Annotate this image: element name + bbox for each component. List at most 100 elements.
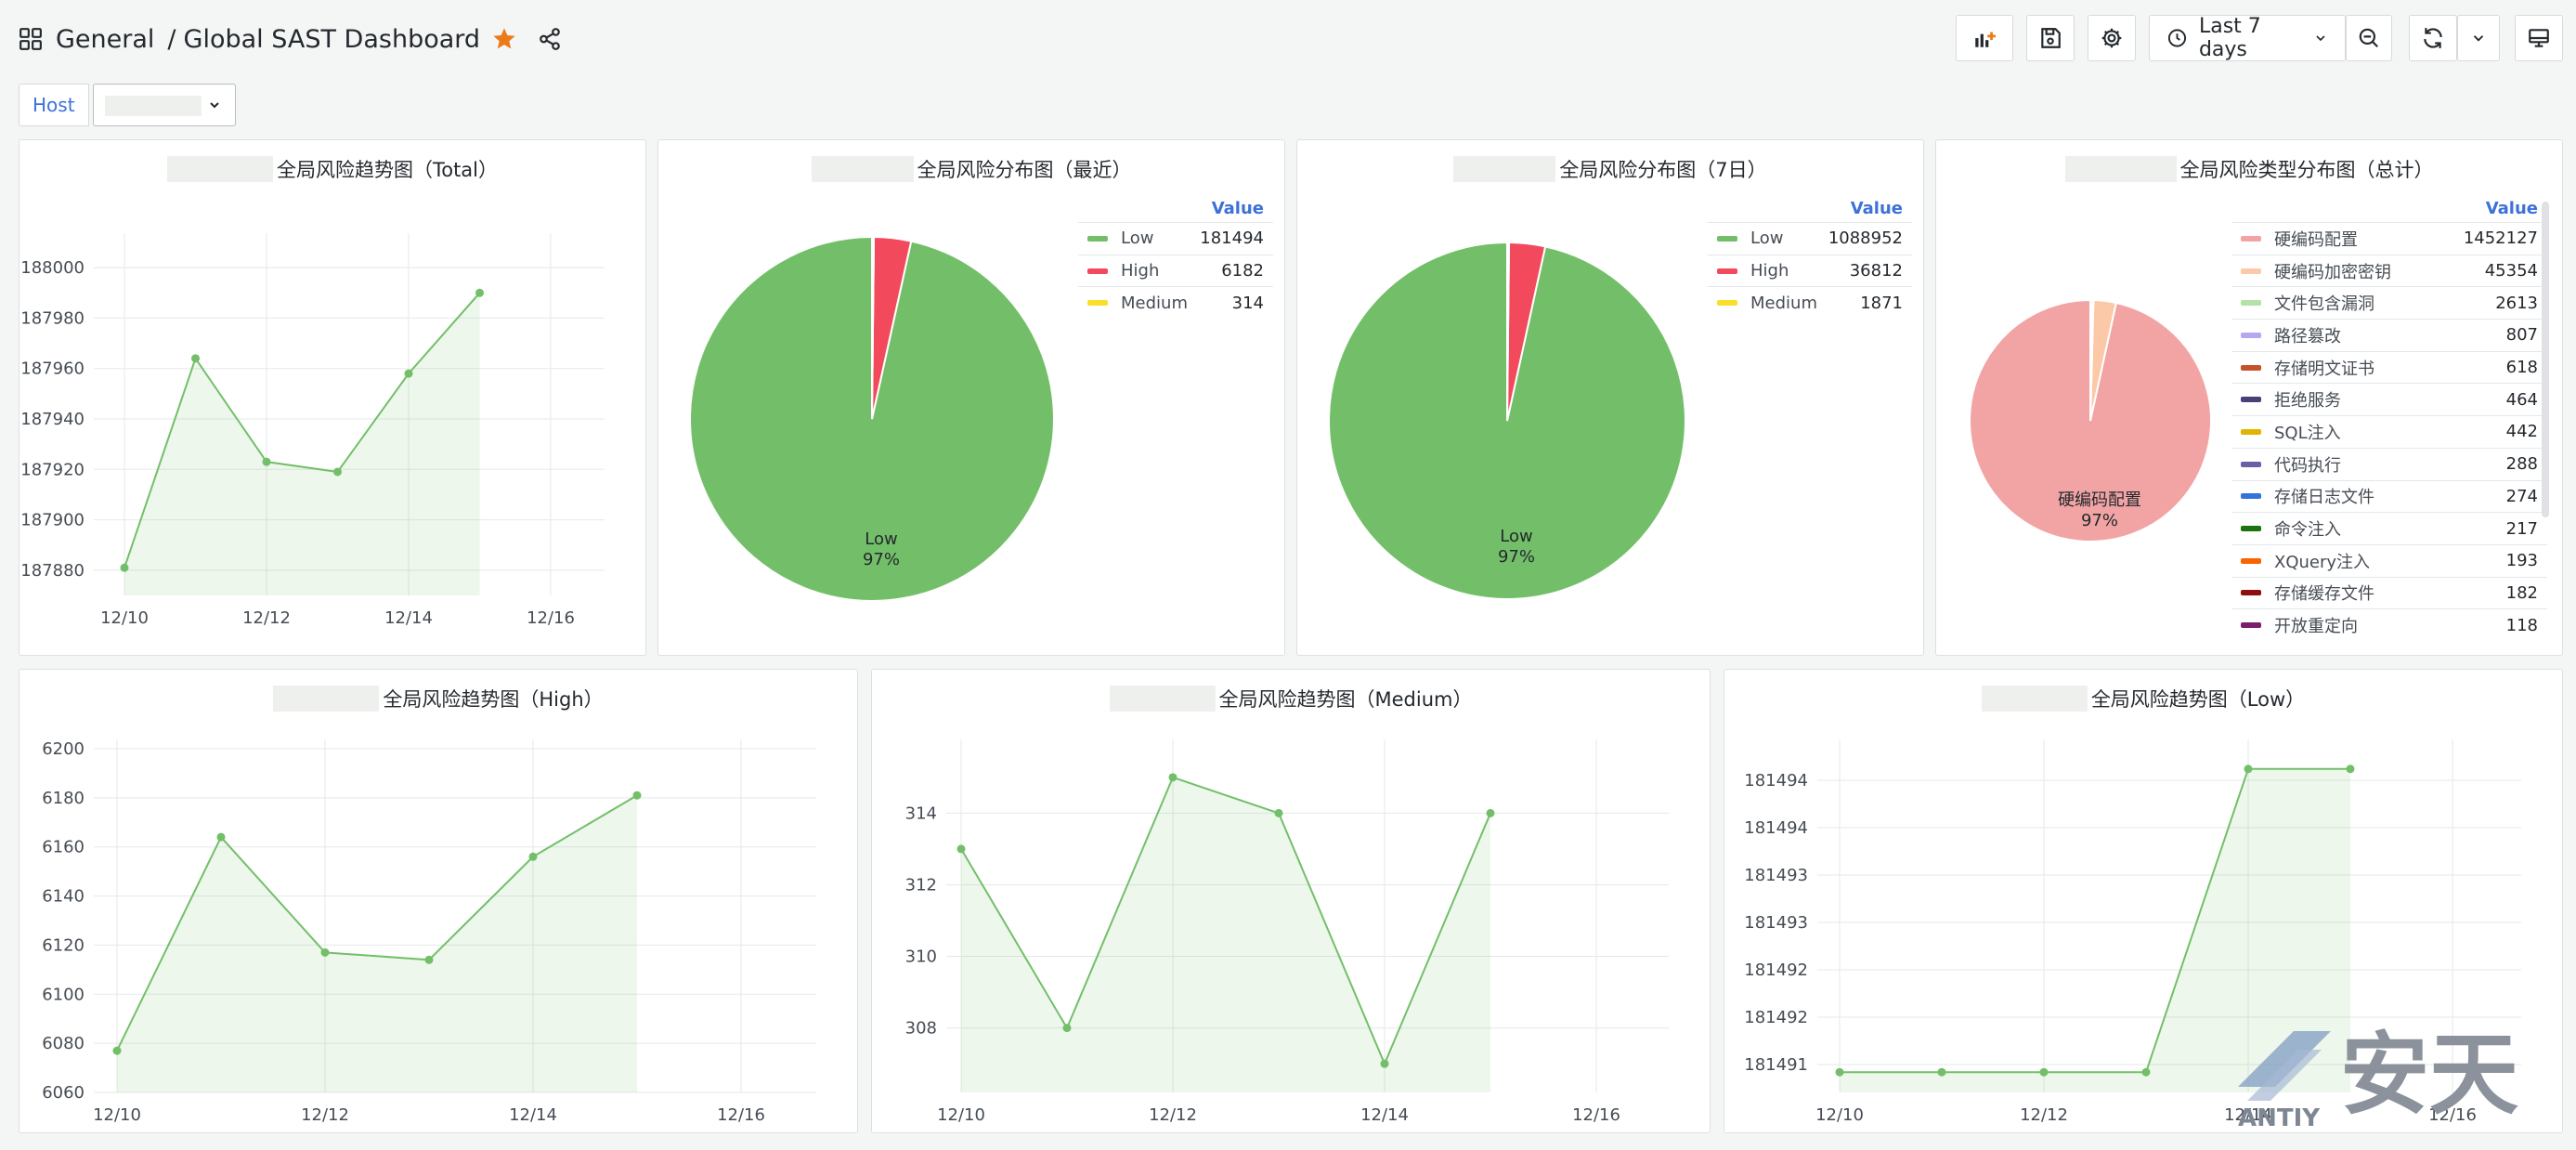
host-value-redacted <box>104 96 202 116</box>
legend-swatch <box>2241 428 2261 435</box>
panel-high-trend[interactable]: 全局风险趋势图（High） 6060 6080 6100 6120 6140 6160 61… <box>19 669 858 1133</box>
y-tick-label: 187980 <box>20 308 85 328</box>
save-icon <box>2041 28 2061 48</box>
line-chart-medium[interactable]: 308 310 312 314 12/10 12/12 12/14 12/16 <box>872 670 1711 1133</box>
legend-swatch <box>2241 397 2261 403</box>
x-tick-label: 12/12 <box>1149 1105 1197 1125</box>
pie-slice-percent: 97% <box>863 550 900 569</box>
legend-swatch <box>2241 493 2261 500</box>
legend-item[interactable]: Low 181494 <box>1078 222 1273 255</box>
legend-swatch <box>1717 300 1737 307</box>
panel-medium-trend[interactable]: 全局风险趋势图（Medium） 308 310 312 314 12/10 12/12 12… <box>871 669 1711 1133</box>
legend-item[interactable]: 存储日志文件 274 <box>2231 479 2547 513</box>
legend-label: Medium <box>1121 293 1188 313</box>
legend-swatch <box>1717 235 1737 242</box>
legend-item[interactable]: 存储明文证书 618 <box>2231 350 2547 384</box>
legend-label: High <box>1121 261 1160 281</box>
dashboard-title[interactable]: Global SAST Dashboard <box>184 25 481 54</box>
legend-label: 代码执行 <box>2274 455 2341 476</box>
legend-value: 217 <box>2505 518 2538 539</box>
zoom-out-button[interactable] <box>2346 15 2392 61</box>
legend-item[interactable]: 路径篡改 807 <box>2231 319 2547 351</box>
legend-swatch <box>2241 268 2261 274</box>
legend-item[interactable]: Low 1088952 <box>1708 222 1912 255</box>
legend-item[interactable]: Medium 314 <box>1078 286 1273 319</box>
chevron-down-icon <box>2473 35 2484 42</box>
y-tick-label: 187880 <box>20 561 85 581</box>
legend-label: 命令注入 <box>2274 520 2341 541</box>
folder-link[interactable]: General <box>56 25 154 54</box>
legend-label: 存储缓存文件 <box>2274 584 2374 605</box>
dashboard-grid-icon[interactable] <box>19 27 43 51</box>
y-tick-label: 6160 <box>42 838 85 857</box>
legend-item[interactable]: XQuery注入 193 <box>2231 543 2547 577</box>
legend-item[interactable]: High 36812 <box>1708 254 1912 287</box>
legend-label: 硬编码配置 <box>2274 229 2358 250</box>
y-tick-label: 181491 <box>1744 1055 1808 1075</box>
legend-value: 118 <box>2505 615 2538 635</box>
legend-item[interactable]: High 6182 <box>1078 254 1273 287</box>
chevron-down-icon <box>209 102 219 109</box>
legend-value: 2613 <box>2495 293 2538 313</box>
time-range-picker[interactable]: Last 7 days <box>2149 15 2346 61</box>
host-variable-select[interactable] <box>92 84 236 126</box>
x-tick-label: 12/16 <box>717 1105 765 1125</box>
legend-item[interactable]: 命令注入 217 <box>2231 512 2547 544</box>
add-panel-button[interactable] <box>1956 15 2013 61</box>
legend-item[interactable]: 开放重定向 118 <box>2231 608 2547 641</box>
x-tick-label: 12/10 <box>937 1105 985 1125</box>
save-dashboard-button[interactable] <box>2026 15 2075 61</box>
data-point <box>528 852 538 861</box>
legend-label: 拒绝服务 <box>2274 391 2341 412</box>
data-point <box>120 563 129 572</box>
y-tick-label: 6140 <box>42 887 85 907</box>
legend-label: 路径篡改 <box>2274 326 2341 346</box>
legend-item[interactable]: 硬编码配置 1452127 <box>2231 222 2547 255</box>
y-tick-label: 187920 <box>20 460 85 479</box>
line-chart-high[interactable]: 6060 6080 6100 6120 6140 6160 6180 6200 12/10 12/… <box>20 670 858 1133</box>
legend-label: 存储明文证书 <box>2274 359 2374 379</box>
data-point <box>2141 1067 2151 1077</box>
legend-item[interactable]: Medium 1871 <box>1708 286 1912 319</box>
legend-item[interactable]: 拒绝服务 464 <box>2231 383 2547 415</box>
legend-item[interactable]: 存储缓存文件 182 <box>2231 576 2547 609</box>
legend-value-header[interactable]: Value <box>1708 196 1912 222</box>
data-point <box>320 947 330 957</box>
share-icon[interactable] <box>538 27 562 51</box>
legend-swatch <box>1087 300 1108 307</box>
add-panel-icon <box>1975 32 1996 47</box>
line-chart-total[interactable]: 187880 187900 187920 187940 187960 187980 1880… <box>20 140 646 656</box>
legend-swatch <box>2241 300 2261 307</box>
variables-row: Host <box>19 84 236 126</box>
legend-item[interactable]: 文件包含漏洞 2613 <box>2231 286 2547 319</box>
cycle-view-mode-button[interactable] <box>2515 15 2563 61</box>
panel-risk-types[interactable]: 全局风险类型分布图（总计） 硬编码配置 97% Value 硬编码配置 1452127… <box>1935 139 2563 656</box>
star-icon[interactable] <box>491 26 517 52</box>
legend-item[interactable]: 代码执行 288 <box>2231 447 2547 480</box>
legend-scrollbar[interactable] <box>2542 202 2549 517</box>
legend-value-header[interactable]: Value <box>1078 196 1273 222</box>
x-tick-label: 12/14 <box>1360 1105 1409 1125</box>
y-tick-label: 6120 <box>42 935 85 955</box>
x-tick-label: 12/16 <box>527 608 575 628</box>
refresh-button[interactable] <box>2409 15 2457 61</box>
legend-item[interactable]: SQL注入 442 <box>2231 415 2547 448</box>
y-tick-label: 181493 <box>1744 866 1808 885</box>
y-tick-label: 188000 <box>20 258 85 278</box>
legend-swatch <box>1087 235 1108 242</box>
panel-total-trend[interactable]: 全局风险趋势图（Total） 187880 187900 187920 187940 1… <box>19 139 646 656</box>
refresh-icon <box>2424 28 2442 48</box>
legend-item[interactable]: 硬编码加密密钥 45354 <box>2231 254 2547 287</box>
legend-label: Medium <box>1750 293 1817 313</box>
y-tick-label: 187960 <box>20 359 85 379</box>
host-variable-label: Host <box>19 84 89 126</box>
legend-swatch <box>1087 268 1108 274</box>
dashboard-settings-button[interactable] <box>2088 15 2136 61</box>
panel-distribution-7d[interactable]: 全局风险分布图（7日） Low 97% Value Low 1088952 High 36… <box>1296 139 1924 656</box>
data-point <box>262 457 271 466</box>
data-point <box>191 354 200 363</box>
legend-label: 存储日志文件 <box>2274 488 2374 508</box>
refresh-interval-dropdown[interactable] <box>2457 15 2500 61</box>
panel-distribution-recent[interactable]: 全局风险分布图（最近） Low 97% Value Low 181494 High 618… <box>657 139 1285 656</box>
legend-value-header[interactable]: Value <box>2231 196 2547 222</box>
